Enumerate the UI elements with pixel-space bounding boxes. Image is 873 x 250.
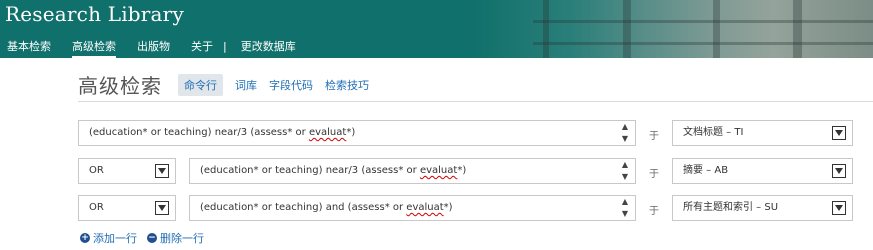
query-text: (education* or teaching) and (assess* or [200,202,407,213]
stepper-up-icon[interactable]: ▲ [622,197,628,207]
title-row: 高级检索 命令行 词库 字段代码 检索技巧 [78,70,381,99]
query-text: (education* or teaching) near/3 (assess*… [200,165,420,176]
site-header: Research Library 基本检索 高级检索 出版物 关于 | 更改数据… [0,0,873,58]
chevron-down-icon[interactable] [832,164,846,178]
divider [78,101,873,102]
remove-row-button[interactable]: − 删除一行 [147,230,204,246]
nav-advanced-search[interactable]: 高级检索 [72,38,116,58]
operator-select-row-2[interactable]: OR [78,158,176,184]
tab-field-codes[interactable]: 字段代码 [269,77,313,93]
remove-row-label: 删除一行 [160,232,204,245]
field-select-row-2[interactable]: 摘要 – AB [672,158,853,184]
stepper-down-icon[interactable]: ▼ [622,209,628,219]
tab-command-line[interactable]: 命令行 [178,73,223,96]
field-select-row-1[interactable]: 文档标题 – TI [672,120,853,146]
field-select-value: 文档标题 – TI [683,127,744,138]
search-input-row-1[interactable]: (education* or teaching) near/3 (assess*… [78,120,636,146]
in-label: 于 [649,169,659,180]
stepper-row-3[interactable]: ▲ ▼ [618,197,632,219]
stepper-down-icon[interactable]: ▼ [622,172,628,182]
operator-value: OR [89,165,104,176]
nav-separator: | [223,39,227,53]
in-label: 于 [649,131,659,142]
field-select-row-3[interactable]: 所有主题和索引 – SU [672,195,853,221]
in-label: 于 [649,206,659,217]
main-nav: 基本检索 高级检索 出版物 关于 | 更改数据库 [0,37,310,58]
search-input-row-3[interactable]: (education* or teaching) and (assess* or… [189,195,636,221]
stepper-row-1[interactable]: ▲ ▼ [618,122,632,144]
add-row-button[interactable]: + 添加一行 [80,230,137,246]
tab-search-tips[interactable]: 检索技巧 [325,77,369,93]
stepper-row-2[interactable]: ▲ ▼ [618,160,632,182]
header-bookshelf-image [473,0,873,58]
site-logo[interactable]: Research Library [5,2,184,26]
spellcheck-flagged-word: evaluat [406,202,444,213]
spellcheck-flagged-word: evaluat [308,127,347,138]
nav-change-database[interactable]: 更改数据库 [241,38,296,54]
spellcheck-flagged-word: evaluat [419,165,458,176]
plus-circle-icon: + [80,233,90,243]
query-text: *) [457,165,467,176]
stepper-up-icon[interactable]: ▲ [622,160,628,170]
page-title: 高级检索 [78,74,162,98]
chevron-down-icon[interactable] [155,164,169,178]
add-row-label: 添加一行 [93,232,137,245]
chevron-down-icon[interactable] [155,201,169,215]
query-text: *) [346,127,356,138]
query-text: (education* or teaching) near/3 (assess*… [89,127,309,138]
chevron-down-icon[interactable] [832,126,846,140]
field-select-value: 摘要 – AB [683,165,729,176]
row-actions: + 添加一行 − 删除一行 [80,230,214,246]
operator-select-row-3[interactable]: OR [78,195,176,221]
stepper-up-icon[interactable]: ▲ [622,122,628,132]
tab-thesaurus[interactable]: 词库 [235,77,257,93]
field-select-value: 所有主题和索引 – SU [683,202,779,213]
stepper-down-icon[interactable]: ▼ [622,134,628,144]
nav-publications[interactable]: 出版物 [137,38,170,54]
query-text: *) [443,202,453,213]
minus-circle-icon: − [147,233,157,243]
nav-basic-search[interactable]: 基本检索 [7,38,51,54]
chevron-down-icon[interactable] [832,201,846,215]
nav-about[interactable]: 关于 [191,38,213,54]
operator-value: OR [89,202,104,213]
search-input-row-2[interactable]: (education* or teaching) near/3 (assess*… [189,158,636,184]
